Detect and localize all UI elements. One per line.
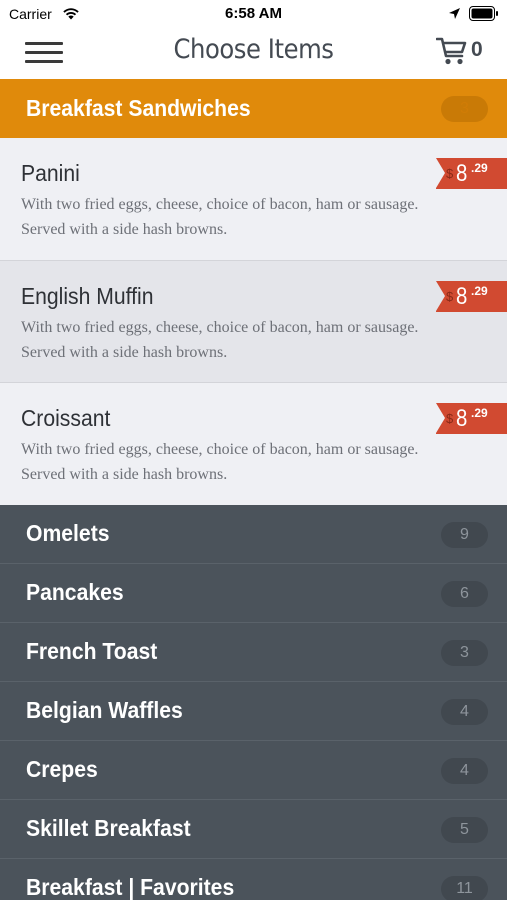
cart-icon	[436, 37, 467, 65]
price-tag: $ 8 .29	[436, 403, 507, 434]
status-time: 6:58 AM	[225, 5, 282, 22]
cart-count: 0	[471, 38, 483, 61]
category-crepes[interactable]: Crepes 4	[0, 741, 507, 800]
price-currency: $	[446, 411, 454, 426]
category-label: Breakfast Sandwiches	[26, 95, 251, 121]
price-tag: $ 8 .29	[436, 281, 507, 312]
category-count-badge: 6	[441, 581, 488, 607]
menu-item-panini[interactable]: Panini With two fried eggs, cheese, choi…	[0, 138, 507, 260]
category-label: Omelets	[26, 520, 110, 546]
category-label: Belgian Waffles	[26, 697, 183, 723]
item-description: With two fried eggs, cheese, choice of b…	[21, 196, 419, 238]
category-belgian-waffles[interactable]: Belgian Waffles 4	[0, 682, 507, 741]
category-label: French Toast	[26, 638, 158, 664]
category-breakfast-sandwiches[interactable]: Breakfast Sandwiches 3	[0, 79, 507, 138]
category-breakfast-favorites[interactable]: Breakfast | Favorites 11	[0, 859, 507, 900]
status-bar: Carrier 6:58 AM	[0, 0, 507, 28]
menu-item-english-muffin[interactable]: English Muffin With two fried eggs, chee…	[0, 261, 507, 383]
category-omelets[interactable]: Omelets 9	[0, 505, 507, 564]
price-dollars: 8	[456, 160, 468, 187]
category-label: Breakfast | Favorites	[26, 874, 235, 900]
price-dollars: 8	[456, 405, 468, 432]
category-label: Crepes	[26, 756, 98, 782]
price-cents: .29	[471, 406, 488, 420]
location-icon	[449, 8, 460, 19]
category-count-badge: 4	[441, 758, 488, 784]
category-label: Pancakes	[26, 579, 124, 605]
item-name: Croissant	[21, 405, 111, 431]
category-pancakes[interactable]: Pancakes 6	[0, 564, 507, 623]
category-count-badge: 5	[441, 817, 488, 843]
category-count-badge: 11	[441, 876, 488, 900]
category-label: Skillet Breakfast	[26, 815, 191, 841]
price-currency: $	[446, 289, 454, 304]
category-french-toast[interactable]: French Toast 3	[0, 623, 507, 682]
item-description: With two fried eggs, cheese, choice of b…	[21, 319, 419, 361]
cart-button[interactable]: 0	[436, 36, 486, 68]
menu-item-croissant[interactable]: Croissant With two fried eggs, cheese, c…	[0, 383, 507, 505]
category-count-badge: 3	[441, 640, 488, 666]
category-count-badge: 9	[441, 522, 488, 548]
item-name: English Muffin	[21, 283, 154, 309]
category-skillet-breakfast[interactable]: Skillet Breakfast 5	[0, 800, 507, 859]
price-cents: .29	[471, 284, 488, 298]
battery-icon	[469, 6, 498, 21]
price-tag: $ 8 .29	[436, 158, 507, 189]
price-cents: .29	[471, 161, 488, 175]
category-count-badge: 3	[441, 96, 488, 122]
nav-bar: Choose Items 0	[0, 28, 507, 79]
item-name: Panini	[21, 160, 80, 186]
price-dollars: 8	[456, 283, 468, 310]
price-currency: $	[446, 166, 454, 181]
item-description: With two fried eggs, cheese, choice of b…	[21, 441, 419, 483]
page-title: Choose Items	[173, 34, 334, 65]
category-count-badge: 4	[441, 699, 488, 725]
